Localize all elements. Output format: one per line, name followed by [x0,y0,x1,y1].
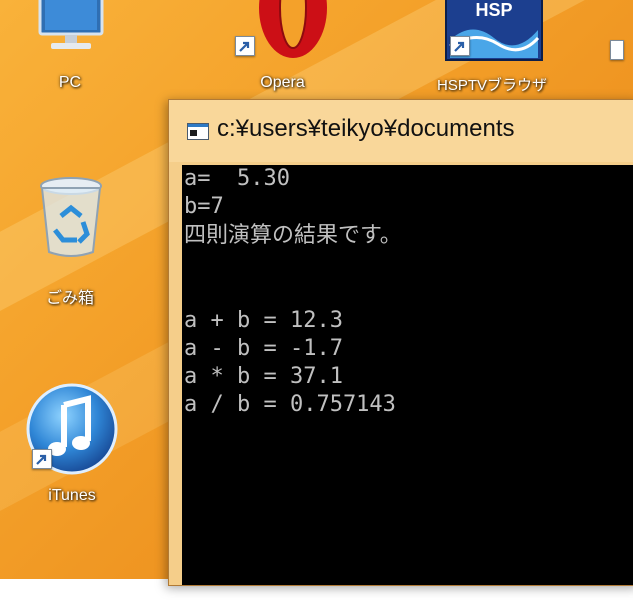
desktop-icon-opera[interactable]: Opera [235,0,330,100]
hsp-logo-text: HSP [475,0,512,20]
shortcut-arrow-icon [235,36,255,56]
console-window-icon[interactable] [187,123,209,140]
console-window[interactable]: c:¥users¥teikyo¥documents a= 5.30 b=7 四則… [168,99,633,586]
recycle-bin-icon [40,177,102,257]
console-line: a + b = 12.3 [184,308,343,333]
console-line: 四則演算の結果です。 [184,223,402,248]
window-title: c:¥users¥teikyo¥documents [217,115,515,142]
desktop-icon-itunes[interactable]: iTunes [22,383,122,513]
desktop-icon-hsptv[interactable]: HSP HSPTVブラウザ [432,0,552,100]
desktop-background: PC Opera HSP HSPTVブラウザ ごみ箱 iTunes c:¥use… [0,0,633,607]
desktop-icon-partial[interactable] [610,40,633,100]
console-line: a= 5.30 [184,166,290,191]
desktop-icon-label: iTunes [48,487,96,504]
shortcut-arrow-icon [610,40,624,60]
console-line: b=7 [184,194,224,219]
console-line: a * b = 37.1 [184,364,343,389]
desktop-icon-label: ごみ箱 [45,290,94,307]
desktop-icon-recycle-bin[interactable]: ごみ箱 [25,172,115,312]
desktop-icon-label: HSPTVブラウザ [436,77,547,94]
console-line: a / b = 0.757143 [184,392,396,417]
desktop-icon-label: Opera [260,74,305,91]
console-line: a - b = -1.7 [184,336,343,361]
desktop-icon-label: PC [58,74,82,91]
computer-icon [38,0,104,49]
console-output[interactable]: a= 5.30 b=7 四則演算の結果です。 a + b = 12.3 a - … [182,165,633,585]
shortcut-arrow-icon [32,449,52,469]
desktop-icon-pc[interactable]: PC [25,0,115,100]
shortcut-arrow-icon [450,36,470,56]
window-titlebar[interactable]: c:¥users¥teikyo¥documents [169,100,633,162]
